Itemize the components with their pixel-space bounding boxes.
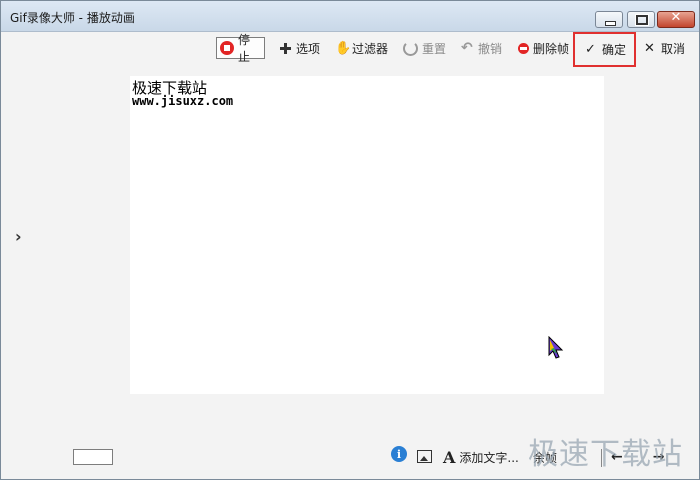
text-icon: A [443,447,456,467]
plus-icon [279,42,292,55]
filter-button[interactable]: ✋ 过滤器 [332,37,391,59]
reset-button[interactable]: 重置 [400,37,449,59]
canvas-text-url: www.jisuxz.com [132,94,234,108]
delete-frame-label: 删除帧 [533,41,570,56]
options-label: 选项 [296,41,321,56]
cancel-label: 取消 [661,41,686,56]
ok-label: 确定 [602,43,627,57]
window-title: Gif录像大师 - 播放动画 [10,11,135,25]
toolbar: 停止 选项 ✋ 过滤器 重置 ↶ 撤销 删除帧 ✓ 确定 ✕ 取消 [1,32,699,67]
image-icon[interactable] [417,450,432,463]
stop-icon [220,41,234,55]
add-text-label: 添加文字... [459,450,519,465]
options-button[interactable]: 选项 [276,37,323,59]
close-window-button[interactable]: ✕ [657,10,695,28]
reset-label: 重置 [422,41,447,56]
status-box [73,449,113,465]
chevron-right-icon[interactable]: › [15,227,22,246]
stop-label: 停止 [238,33,251,64]
mouse-cursor-icon [548,336,564,359]
close-window-icon: ✕ [670,10,682,25]
minimize-button[interactable] [595,11,623,28]
reset-icon [403,40,418,56]
info-glyph: i [396,447,402,461]
delete-frame-button[interactable]: 删除帧 [515,37,572,59]
undo-icon: ↶ [461,39,473,56]
stop-button[interactable]: 停止 [216,33,265,64]
hand-icon: ✋ [335,40,352,56]
undo-label: 撤销 [478,41,503,56]
close-icon: ✕ [644,40,655,56]
ok-button[interactable]: ✓ 确定 [573,32,636,67]
title-bar: Gif录像大师 - 播放动画 ✕ [1,1,699,32]
info-icon[interactable]: i [391,446,407,462]
filter-label: 过滤器 [352,41,389,56]
add-text-button[interactable]: A 添加文字... [443,446,519,468]
maximize-button[interactable] [627,11,655,28]
check-icon: ✓ [585,42,596,57]
undo-button[interactable]: ↶ 撤销 [458,37,505,59]
preview-canvas[interactable]: 极速下载站 www.jisuxz.com [130,76,604,394]
app-window: Gif录像大师 - 播放动画 ✕ 停止 选项 ✋ 过滤器 重置 ↶ 撤销 删除帧 [0,0,700,480]
cancel-button[interactable]: ✕ 取消 [641,37,688,59]
delete-icon [518,42,529,54]
watermark: 极速下载站 [528,437,683,472]
